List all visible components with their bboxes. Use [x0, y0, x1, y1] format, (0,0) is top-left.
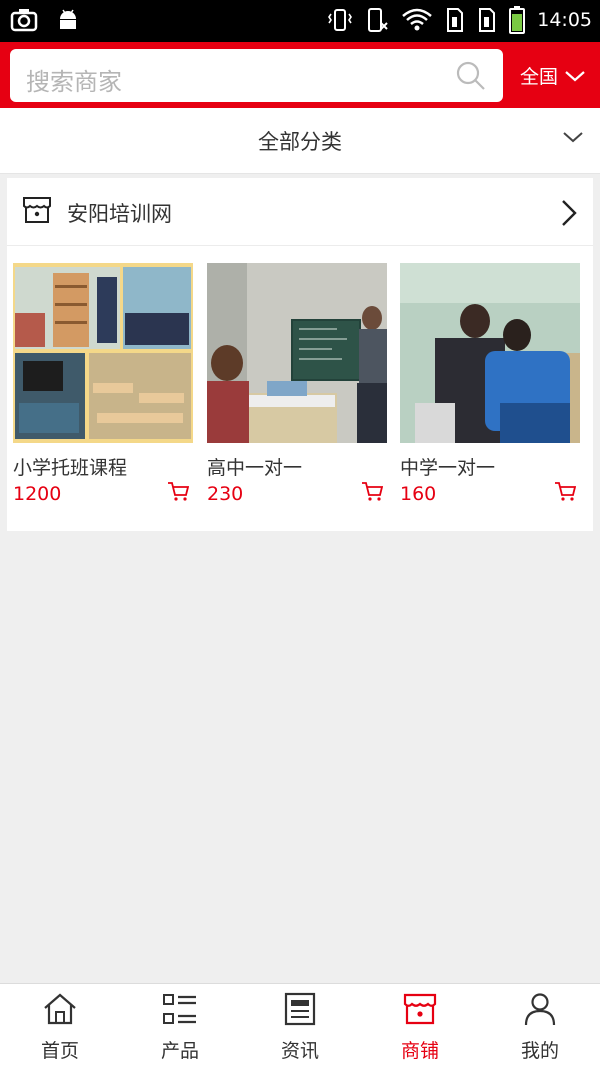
tab-home[interactable]: 首页: [0, 984, 120, 1067]
cart-icon[interactable]: [167, 481, 189, 501]
tab-products[interactable]: 产品: [120, 984, 240, 1067]
product-item[interactable]: 中学一对一 160: [400, 263, 580, 505]
product-title: 高中一对一: [207, 457, 303, 479]
android-icon: [60, 9, 76, 29]
product-item[interactable]: 小学托班课程 1200: [13, 263, 193, 505]
product-title: 中学一对一: [400, 457, 496, 479]
shop-card: 安阳培训网 小学托班课程 1200 高中一对一 230 中学一对一 160: [7, 178, 593, 531]
shop-header[interactable]: 安阳培训网: [7, 178, 593, 246]
bottom-tab-bar: 首页 产品 资讯 商铺 我的: [0, 983, 600, 1067]
product-price: 160: [400, 483, 437, 505]
status-bar: 14:05: [0, 0, 600, 42]
product-image[interactable]: [13, 263, 193, 443]
product-image[interactable]: [207, 263, 387, 443]
product-price: 1200: [13, 483, 62, 505]
region-label: 全国: [520, 66, 559, 88]
sim2-signal-icon: [479, 8, 496, 32]
product-item[interactable]: 高中一对一 230: [207, 263, 387, 505]
product-image[interactable]: [400, 263, 580, 443]
product-title: 小学托班课程: [13, 457, 128, 479]
store-icon: [403, 993, 437, 1025]
tab-label: 首页: [40, 1040, 79, 1062]
product-price: 230: [207, 483, 244, 505]
store-icon: [23, 197, 51, 223]
chevron-down-icon: [563, 132, 583, 143]
tab-news[interactable]: 资讯: [240, 984, 360, 1067]
category-label: 全部分类: [258, 130, 342, 154]
cart-icon[interactable]: [361, 481, 383, 501]
screenshot-icon: [10, 9, 38, 32]
phone-muted-icon: [368, 8, 388, 32]
region-selector[interactable]: 全国: [520, 62, 586, 89]
battery-icon: [509, 6, 526, 34]
home-icon: [44, 993, 76, 1025]
search-input[interactable]: 搜索商家: [10, 49, 503, 102]
shop-name: 安阳培训网: [67, 202, 172, 226]
category-filter[interactable]: 全部分类: [0, 108, 600, 174]
vibrate-icon: [328, 9, 353, 31]
tab-me[interactable]: 我的: [480, 984, 600, 1067]
list-icon: [163, 994, 196, 1024]
tab-stores[interactable]: 商铺: [360, 984, 480, 1067]
user-icon: [524, 993, 556, 1026]
search-icon[interactable]: [455, 60, 487, 92]
cart-icon[interactable]: [554, 481, 576, 501]
clock: 14:05: [537, 9, 592, 31]
sim1-signal-icon: [447, 8, 464, 32]
tab-label: 我的: [520, 1040, 559, 1062]
chevron-down-icon: [565, 70, 585, 81]
tab-label: 资讯: [280, 1040, 319, 1062]
wifi-icon: [402, 8, 433, 31]
search-placeholder: 搜索商家: [26, 68, 122, 96]
tab-label: 商铺: [400, 1040, 439, 1062]
top-header: 搜索商家 全国: [0, 42, 600, 108]
news-icon: [284, 992, 316, 1026]
chevron-right-icon: [562, 200, 577, 226]
tab-label: 产品: [160, 1040, 199, 1062]
